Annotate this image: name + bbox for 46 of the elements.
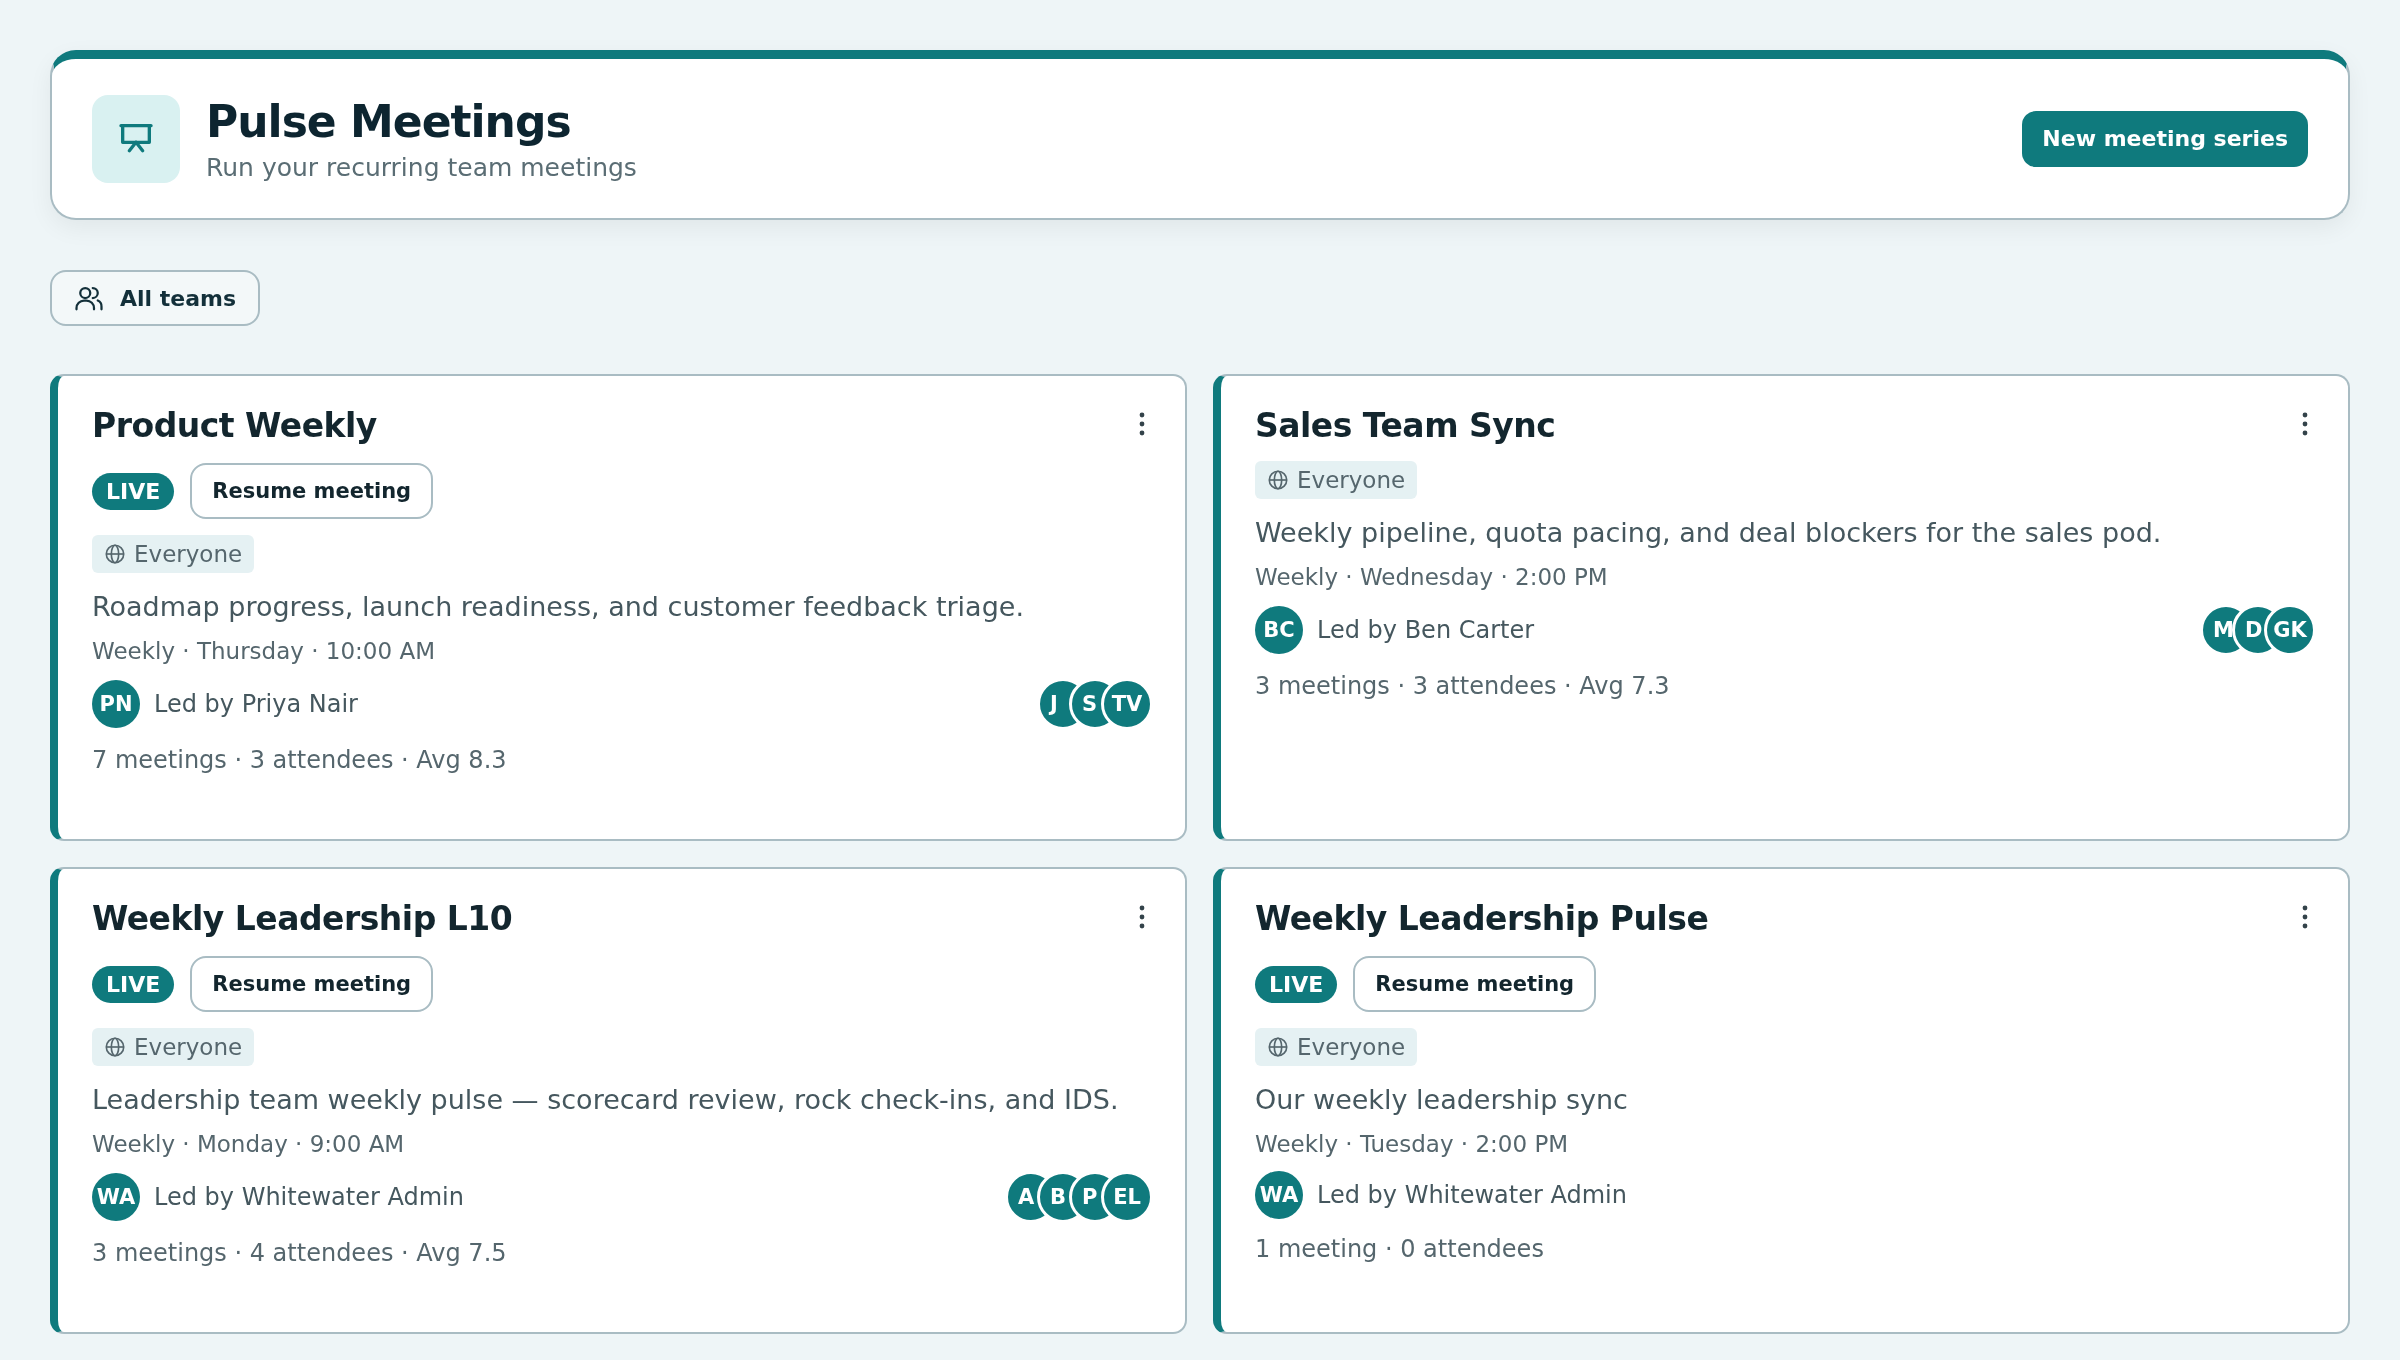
globe-icon xyxy=(1267,469,1289,491)
leader-name: Led by Priya Nair xyxy=(154,690,358,718)
audience-label: Everyone xyxy=(134,1034,243,1060)
leader-name: Led by Ben Carter xyxy=(1317,616,1535,644)
teams-filter-button[interactable]: All teams xyxy=(50,270,261,326)
series-title: Weekly Leadership L10 xyxy=(92,899,513,938)
series-stats: 7 meetings · 3 attendees · Avg 8.3 xyxy=(92,746,507,774)
leader-avatar: BC xyxy=(1255,606,1303,654)
leader-avatar: WA xyxy=(1255,1171,1303,1219)
schedule-text: Weekly · Monday · 9:00 AM xyxy=(92,1131,405,1157)
series-title: Weekly Leadership Pulse xyxy=(1255,899,1709,938)
attendee-avatar: TV xyxy=(1101,678,1153,730)
schedule-text: Weekly · Tuesday · 2:00 PM xyxy=(1255,1131,1569,1157)
resume-meeting-button[interactable]: Resume meeting xyxy=(190,463,434,519)
app-subtitle: Run your recurring team meetings xyxy=(206,152,638,182)
new-series-button[interactable]: New meeting series xyxy=(2022,110,2308,167)
audience-label: Everyone xyxy=(1297,1034,1406,1060)
attendee-avatar: GK xyxy=(2264,604,2316,656)
leader-avatar: PN xyxy=(92,680,140,728)
series-description: Our weekly leadership sync xyxy=(1255,1084,1628,1115)
presentation-icon xyxy=(92,94,180,183)
globe-icon xyxy=(104,543,126,565)
globe-icon xyxy=(104,1036,126,1058)
series-description: Weekly pipeline, quota pacing, and deal blockers for the sales pod. xyxy=(1255,517,2162,548)
series-title: Product Weekly xyxy=(92,406,377,445)
live-badge: LIVE xyxy=(92,472,175,510)
schedule-text: Weekly · Thursday · 10:00 AM xyxy=(92,638,435,664)
attendee-avatar: EL xyxy=(1101,1171,1153,1223)
leader-name: Led by Whitewater Admin xyxy=(154,1183,464,1211)
schedule-text: Weekly · Wednesday · 2:00 PM xyxy=(1255,564,1608,590)
series-description: Roadmap progress, launch readiness, and customer feedback triage. xyxy=(92,591,1024,622)
leader-name: Led by Whitewater Admin xyxy=(1317,1181,1627,1209)
series-stats: 1 meeting · 0 attendees xyxy=(1255,1235,1544,1263)
live-badge: LIVE xyxy=(92,965,175,1003)
resume-meeting-button[interactable]: Resume meeting xyxy=(190,956,434,1012)
series-stats: 3 meetings · 3 attendees · Avg 7.3 xyxy=(1255,672,1670,700)
app-title: Pulse Meetings xyxy=(206,95,572,147)
series-description: Leadership team weekly pulse — scorecard review, rock check-ins, and IDS. xyxy=(92,1084,1119,1115)
series-stats: 3 meetings · 4 attendees · Avg 7.5 xyxy=(92,1239,507,1267)
resume-meeting-button[interactable]: Resume meeting xyxy=(1353,956,1597,1012)
leader-avatar: WA xyxy=(92,1173,140,1221)
globe-icon xyxy=(1267,1036,1289,1058)
series-title: Sales Team Sync xyxy=(1255,406,1556,445)
audience-label: Everyone xyxy=(134,541,243,567)
live-badge: LIVE xyxy=(1255,965,1338,1003)
audience-label: Everyone xyxy=(1297,467,1406,493)
